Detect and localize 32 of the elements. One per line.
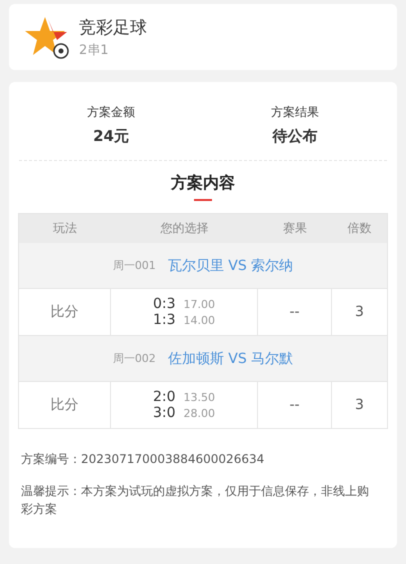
score-choice: 3:0 xyxy=(152,405,176,421)
match-teams[interactable]: 瓦尔贝里 VS 索尔纳 xyxy=(168,256,294,274)
column-header: 倍数 xyxy=(346,220,372,237)
odds-value: 17.00 xyxy=(184,298,216,311)
table-cell: -- xyxy=(258,289,332,335)
table-cell: -- xyxy=(258,382,332,428)
notice-text: 温馨提示：本方案为试玩的虚拟方案，仅用于信息保存，非线上购彩方案 xyxy=(20,483,370,518)
match-code: 周一002 xyxy=(112,351,156,366)
lottery-title: 竞彩足球 xyxy=(79,16,147,38)
summary-value: 待公布 xyxy=(272,127,318,146)
column-header: 玩法 xyxy=(52,220,78,237)
summary-value: 24元 xyxy=(93,127,129,146)
table-cell: 比分 xyxy=(19,382,111,428)
odds-value: 28.00 xyxy=(184,407,216,420)
summary-label: 方案金额 xyxy=(87,104,135,121)
match-code: 周一001 xyxy=(112,258,156,273)
odds-value: 14.00 xyxy=(184,314,216,327)
score-choice: 1:3 xyxy=(152,312,176,328)
table-cell: 比分 xyxy=(19,289,111,335)
plan-number: 方案编号：202307170003884600026634 xyxy=(20,451,266,468)
score-choice: 2:0 xyxy=(152,389,176,405)
title-underline xyxy=(194,199,212,201)
odds-value: 13.50 xyxy=(184,391,216,404)
section-title: 方案内容 xyxy=(171,173,235,194)
score-choice: 0:3 xyxy=(152,296,176,312)
table-cell-text: 3 xyxy=(354,303,365,322)
column-header: 您的选择 xyxy=(160,220,210,237)
bet-type: 2串1 xyxy=(79,42,110,58)
column-header: 赛果 xyxy=(282,220,308,237)
summary-label: 方案结果 xyxy=(271,104,319,121)
match-teams[interactable]: 佐加顿斯 VS 马尔默 xyxy=(168,350,294,368)
table-cell-text: 3 xyxy=(354,396,365,415)
